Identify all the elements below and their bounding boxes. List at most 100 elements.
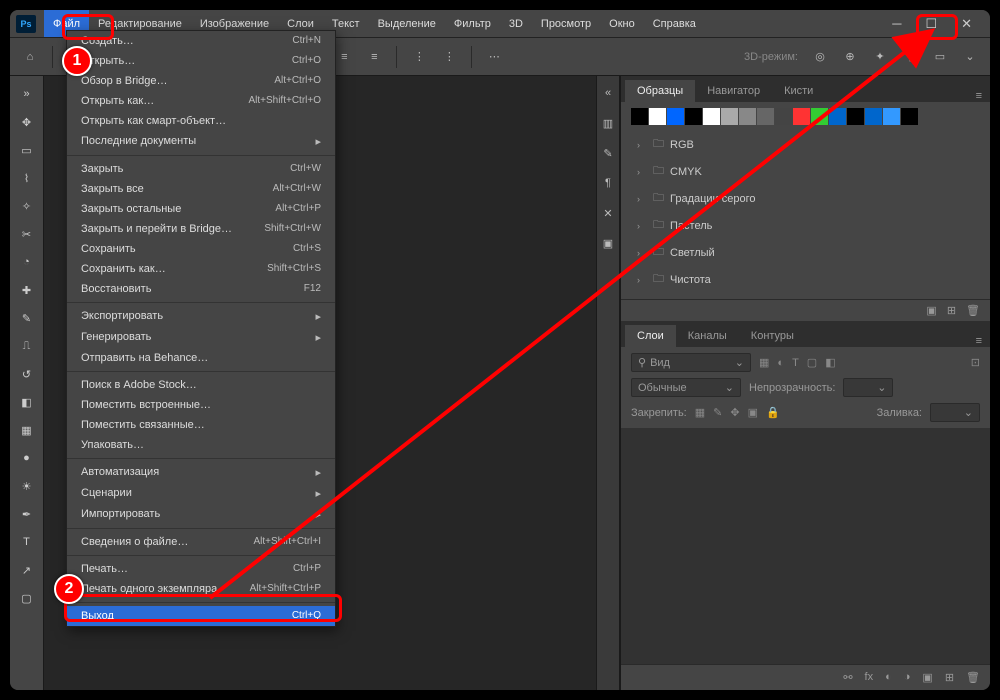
filter-type-icon[interactable]: T <box>792 357 799 369</box>
heal-tool[interactable]: ✚ <box>12 277 42 303</box>
swatch[interactable] <box>811 108 828 125</box>
lock-brush-icon[interactable]: ✎ <box>713 406 722 419</box>
path-tool[interactable]: ↗ <box>12 557 42 583</box>
type-tool[interactable]: T <box>12 529 42 555</box>
orbit-icon[interactable]: ◎ <box>808 45 832 69</box>
filter-shape-icon[interactable]: ▢ <box>807 356 817 369</box>
menu-item[interactable]: Импортировать▸ <box>67 504 335 525</box>
menu-item[interactable]: Поместить встроенные… <box>67 395 335 415</box>
fill-input[interactable]: ⌄ <box>930 403 980 422</box>
dist-icon[interactable]: ⋮ <box>407 45 431 69</box>
brush-tool[interactable]: ✎ <box>12 305 42 331</box>
filter-adj-icon[interactable]: ◐ <box>777 357 784 369</box>
trash-icon[interactable]: 🗑 <box>966 304 980 317</box>
swatch[interactable] <box>883 108 900 125</box>
dodge-tool[interactable]: ☀ <box>12 473 42 499</box>
tab-channels[interactable]: Каналы <box>676 325 739 347</box>
swatch[interactable] <box>847 108 864 125</box>
home-icon[interactable]: ⌂ <box>18 45 42 69</box>
menu-item[interactable]: Отправить на Behance… <box>67 348 335 368</box>
color-icon[interactable]: ▥ <box>599 114 617 132</box>
swatch[interactable] <box>703 108 720 125</box>
menu-Фильтр[interactable]: Фильтр <box>445 10 500 37</box>
align-bot-icon[interactable]: ≡ <box>362 45 386 69</box>
filter-smart-icon[interactable]: ◧ <box>825 356 835 369</box>
menu-item[interactable]: Обзор в Bridge…Alt+Ctrl+O <box>67 71 335 91</box>
menu-item[interactable]: Сценарии▸ <box>67 483 335 504</box>
menu-Справка[interactable]: Справка <box>644 10 705 37</box>
pan-icon[interactable]: ⊕ <box>838 45 862 69</box>
swatch[interactable] <box>649 108 666 125</box>
menu-Выделение[interactable]: Выделение <box>369 10 445 37</box>
new-layer-icon[interactable]: ⊞ <box>945 671 954 684</box>
menu-item[interactable]: Открыть как смарт-объект… <box>67 111 335 131</box>
close-button[interactable]: ✕ <box>949 10 984 37</box>
blend-mode-select[interactable]: Обычные⌄ <box>631 378 741 397</box>
swatch[interactable] <box>757 108 774 125</box>
layers-icon[interactable]: ▣ <box>599 234 617 252</box>
swatch[interactable] <box>793 108 810 125</box>
menu-item[interactable]: Поместить связанные… <box>67 415 335 435</box>
swatch[interactable] <box>901 108 918 125</box>
crop-tool[interactable]: ✂ <box>12 221 42 247</box>
minimize-button[interactable]: ─ <box>880 10 913 37</box>
lock-art-icon[interactable]: ▣ <box>748 406 758 419</box>
stamp-tool[interactable]: ⎍ <box>12 333 42 359</box>
link-icon[interactable]: ⚯ <box>843 671 852 684</box>
marquee-tool[interactable]: ▭ <box>12 137 42 163</box>
swatch[interactable] <box>865 108 882 125</box>
tab-brushes[interactable]: Кисти <box>772 80 825 102</box>
swatch[interactable] <box>721 108 738 125</box>
tab-layers[interactable]: Слои <box>625 325 676 347</box>
swatch-folder[interactable]: ›🗀Пастель <box>631 212 980 239</box>
fx-icon[interactable]: fx <box>865 671 874 684</box>
new-group-icon[interactable]: ▣ <box>926 304 936 317</box>
new-swatch-icon[interactable]: ⊞ <box>947 304 956 317</box>
tab-swatches[interactable]: Образцы <box>625 80 695 102</box>
tab-paths[interactable]: Контуры <box>739 325 806 347</box>
group-icon[interactable]: ▣ <box>922 671 932 684</box>
menu-3D[interactable]: 3D <box>500 10 532 37</box>
swatch[interactable] <box>829 108 846 125</box>
chevrons-icon[interactable]: » <box>12 81 42 107</box>
menu-item[interactable]: Генерировать▸ <box>67 327 335 348</box>
menu-item[interactable]: СохранитьCtrl+S <box>67 239 335 259</box>
adjust-icon[interactable]: ✕ <box>599 204 617 222</box>
layer-filter-select[interactable]: ⚲ Вид ⌄ <box>631 353 751 372</box>
screen-icon[interactable]: ▭ <box>928 45 952 69</box>
zoom-icon[interactable]: ⚲ <box>898 45 922 69</box>
chevron-down-icon[interactable]: ⌄ <box>958 45 982 69</box>
menu-item[interactable]: ЗакрытьCtrl+W <box>67 159 335 179</box>
swatch-folder[interactable]: ›🗀Светлый <box>631 239 980 266</box>
panel-menu-icon[interactable]: ≡ <box>968 335 990 347</box>
opacity-input[interactable]: ⌄ <box>843 378 893 397</box>
lock-pos-icon[interactable]: ✥ <box>730 406 739 419</box>
blur-tool[interactable]: ● <box>12 445 42 471</box>
filter-img-icon[interactable]: ▦ <box>759 356 769 369</box>
menu-Просмотр[interactable]: Просмотр <box>532 10 600 37</box>
menu-item[interactable]: Сведения о файле…Alt+Shift+Ctrl+I <box>67 532 335 552</box>
tab-navigator[interactable]: Навигатор <box>695 80 772 102</box>
swatch-folder[interactable]: ›🗀CMYK <box>631 158 980 185</box>
eraser-tool[interactable]: ◧ <box>12 389 42 415</box>
menu-item[interactable]: Экспортировать▸ <box>67 306 335 327</box>
history-tool[interactable]: ↺ <box>12 361 42 387</box>
mask-icon[interactable]: ◐ <box>885 671 892 684</box>
adjust-icon[interactable]: ◑ <box>904 671 911 684</box>
menu-item[interactable]: Упаковать… <box>67 435 335 455</box>
swatch[interactable] <box>739 108 756 125</box>
menu-item[interactable]: Поиск в Adobe Stock… <box>67 375 335 395</box>
lock-pixels-icon[interactable]: ▦ <box>695 406 705 419</box>
rotate-icon[interactable]: ✦ <box>868 45 892 69</box>
chevrons-icon[interactable]: « <box>599 84 617 102</box>
move-tool[interactable]: ✥ <box>12 109 42 135</box>
swatch-folder[interactable]: ›🗀RGB <box>631 131 980 158</box>
pen-tool[interactable]: ✒ <box>12 501 42 527</box>
dist2-icon[interactable]: ⋮ <box>437 45 461 69</box>
menu-item[interactable]: Создать…Ctrl+N <box>67 31 335 51</box>
swatch[interactable] <box>631 108 648 125</box>
swatch-folder[interactable]: ›🗀Градации серого <box>631 185 980 212</box>
menu-Окно[interactable]: Окно <box>600 10 644 37</box>
menu-item[interactable]: Закрыть и перейти в Bridge…Shift+Ctrl+W <box>67 219 335 239</box>
menu-item[interactable]: Автоматизация▸ <box>67 462 335 483</box>
